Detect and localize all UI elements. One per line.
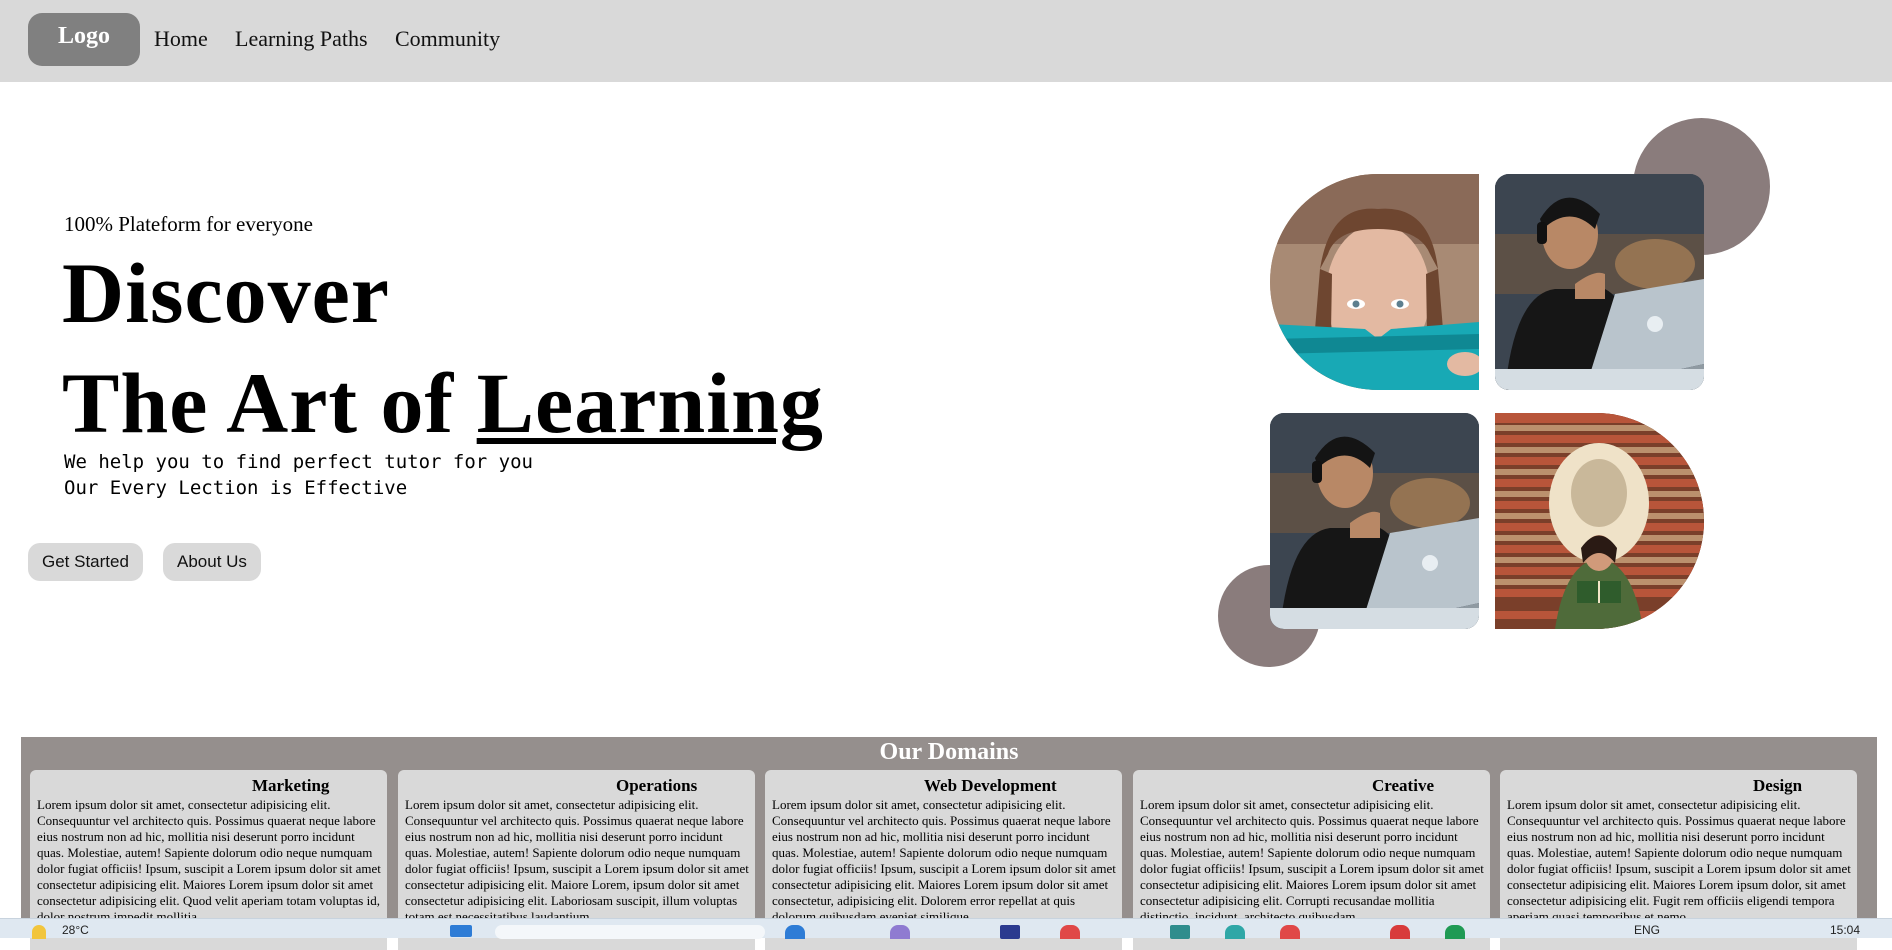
top-navbar: Logo Home Learning Paths Community [0,0,1892,82]
os-taskbar: 28°C ENG 15:04 [0,918,1892,939]
woman-reading-book-illustration [1270,174,1479,390]
woman-in-library-illustration [1495,413,1704,629]
nav-link-community[interactable]: Community [395,26,500,52]
domain-card-title: Creative [1372,776,1434,795]
domain-card-text: Lorem ipsum dolor sit amet, consectetur … [37,797,381,924]
domain-card-title: Operations [616,776,698,795]
logo[interactable]: Logo [28,13,140,66]
man-with-laptop-image-2 [1270,413,1479,629]
man-with-laptop-illustration-1 [1495,174,1704,390]
hero-subtext-1: We help you to find perfect tutor for yo… [64,451,533,473]
domain-card-text: Lorem ipsum dolor sit amet, consectetur … [772,797,1116,924]
hero-heading-line1: Discover [62,245,390,341]
domain-card-text: Lorem ipsum dolor sit amet, consectetur … [405,797,749,924]
woman-in-library-image [1495,413,1704,629]
taskbar-language[interactable]: ENG [1634,923,1660,937]
man-with-laptop-image-1 [1495,174,1704,390]
taskbar-clock[interactable]: 15:04 [1830,923,1860,937]
hero-heading-line2: The Art of Learning [62,360,824,446]
hero-subtext-2: Our Every Lection is Effective [64,477,408,499]
domains-section: Our Domains Marketing Lorem ipsum dolor … [21,737,1877,950]
woman-reading-book-image [1270,174,1479,390]
man-with-laptop-illustration-2 [1270,413,1479,629]
domain-card-text: Lorem ipsum dolor sit amet, consectetur … [1507,797,1851,924]
domain-card-title: Marketing [252,776,330,795]
hero-heading-underlined: Learning [476,355,824,451]
domain-card-title: Web Development [924,776,1057,795]
get-started-button[interactable]: Get Started [28,543,143,581]
nav-link-home[interactable]: Home [154,26,208,52]
domain-card-title: Design [1753,776,1803,795]
domains-title: Our Domains [879,739,1019,765]
nav-link-learning-paths[interactable]: Learning Paths [235,26,368,52]
hero-heading-prefix: The Art of [62,355,477,451]
hero-tagline: 100% Plateform for everyone [64,212,313,236]
windows-start-icon[interactable] [450,925,472,937]
taskbar-temperature: 28°C [62,923,89,937]
about-us-button[interactable]: About Us [163,543,261,581]
domain-card-text: Lorem ipsum dolor sit amet, consectetur … [1140,797,1484,924]
